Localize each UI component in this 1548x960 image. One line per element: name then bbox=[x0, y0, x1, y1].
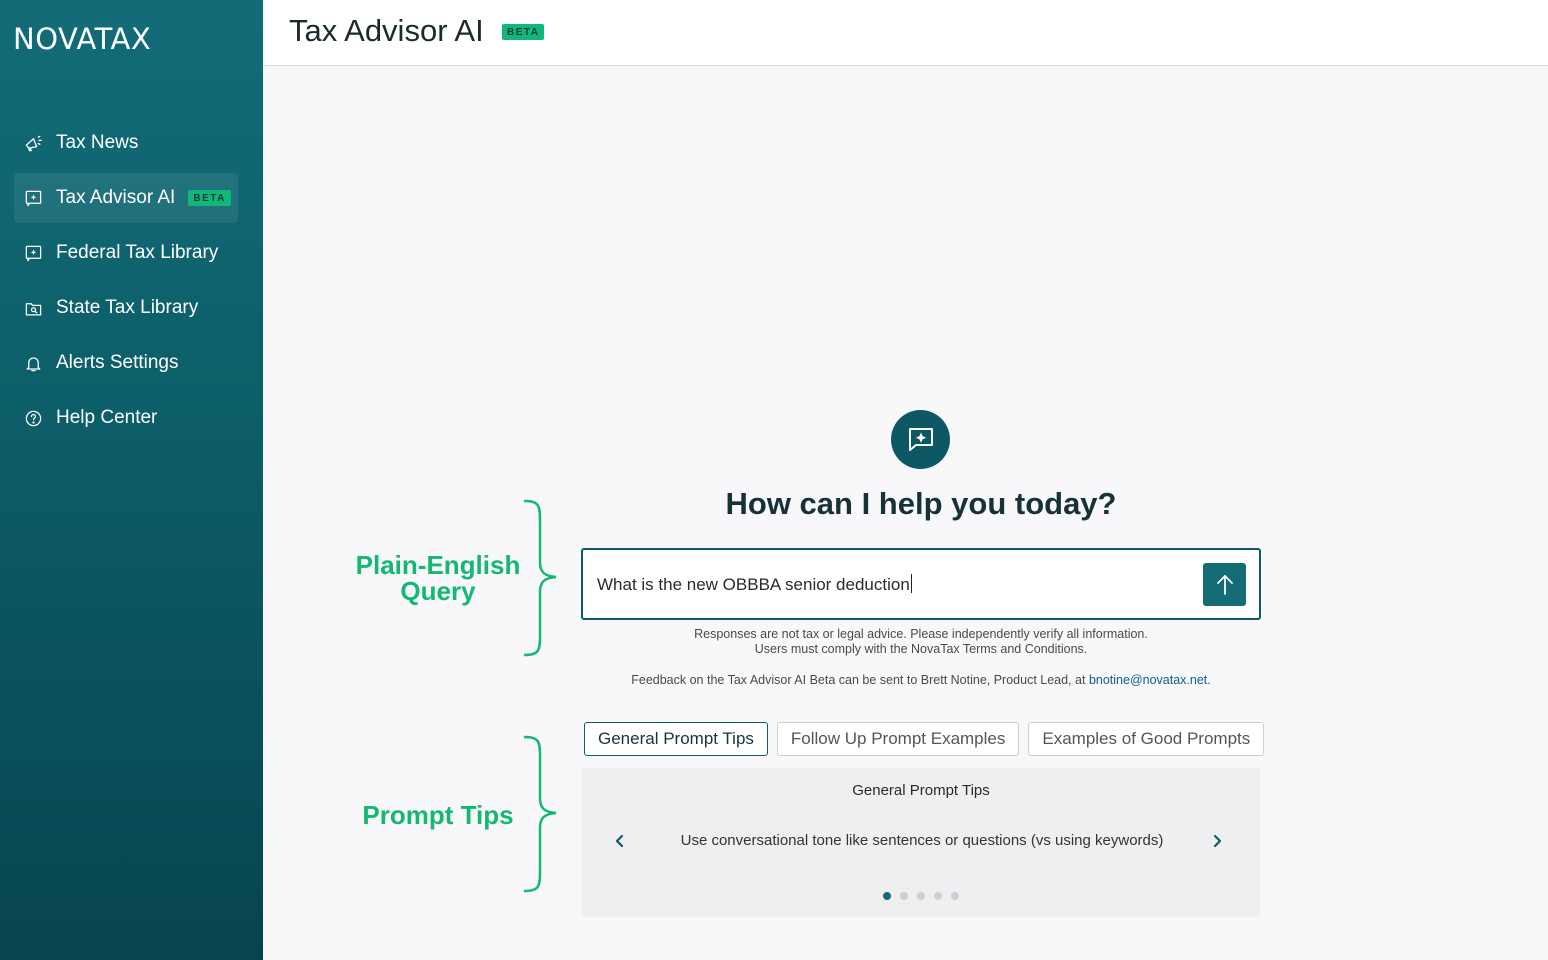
sidebar: NOVATAX Tax News Tax Advisor AI BETA Fed… bbox=[0, 0, 263, 960]
chevron-right-icon bbox=[1213, 834, 1222, 848]
novatax-logo[interactable]: NOVATAX bbox=[13, 22, 151, 56]
sidebar-item-label: Tax Advisor AI bbox=[56, 187, 176, 208]
annotation-prompt-tips: Prompt Tips bbox=[362, 800, 514, 830]
annotation-plain-english-query: Plain-English Query bbox=[355, 550, 521, 606]
bell-icon bbox=[23, 353, 43, 373]
chat-sparkle-icon bbox=[891, 410, 950, 469]
disclaimer-line-1: Responses are not tax or legal advice. P… bbox=[694, 627, 1148, 641]
carousel-dot[interactable] bbox=[900, 892, 908, 900]
carousel-dot[interactable] bbox=[951, 892, 959, 900]
carousel-dot[interactable] bbox=[883, 892, 891, 900]
tab-follow-up-prompt-examples[interactable]: Follow Up Prompt Examples bbox=[776, 722, 1020, 756]
tips-carousel: General Prompt Tips Use conversational t… bbox=[582, 768, 1260, 917]
disclaimer-line-2: Users must comply with the NovaTax Terms… bbox=[754, 642, 1088, 656]
send-button[interactable] bbox=[1203, 563, 1246, 606]
sidebar-item-label: Alerts Settings bbox=[56, 352, 179, 373]
page-title: Tax Advisor AI bbox=[289, 13, 484, 48]
carousel-dots bbox=[582, 892, 1260, 900]
sidebar-item-alerts-settings[interactable]: Alerts Settings bbox=[14, 338, 238, 388]
chevron-left-icon bbox=[615, 834, 624, 848]
annotation-brace bbox=[522, 498, 562, 658]
sidebar-item-label: Federal Tax Library bbox=[56, 242, 219, 263]
tip-text: Use conversational tone like sentences o… bbox=[680, 832, 1164, 849]
tab-examples-of-good-prompts[interactable]: Examples of Good Prompts bbox=[1028, 722, 1265, 756]
sidebar-item-help-center[interactable]: Help Center bbox=[14, 393, 238, 443]
feedback-message: Feedback on the Tax Advisor AI Beta can … bbox=[631, 673, 1089, 687]
sidebar-nav: Tax News Tax Advisor AI BETA Federal Tax… bbox=[14, 118, 238, 448]
query-input[interactable]: What is the new OBBBA senior deduction bbox=[597, 574, 912, 595]
query-input-value: What is the new OBBBA senior deduction bbox=[597, 575, 910, 594]
tab-general-prompt-tips[interactable]: General Prompt Tips bbox=[584, 722, 768, 756]
greeting-heading: How can I help you today? bbox=[725, 486, 1117, 521]
prompt-tips-tabs: General Prompt Tips Follow Up Prompt Exa… bbox=[584, 722, 1273, 756]
feedback-email-link[interactable]: bnotine@novatax.net bbox=[1089, 673, 1207, 687]
top-header: Tax Advisor AI BETA bbox=[263, 0, 1548, 66]
carousel-prev-button[interactable] bbox=[609, 830, 631, 852]
help-circle-icon bbox=[23, 408, 43, 428]
carousel-dot[interactable] bbox=[934, 892, 942, 900]
sidebar-item-label: Help Center bbox=[56, 407, 158, 428]
sidebar-item-federal-tax-library[interactable]: Federal Tax Library bbox=[14, 228, 238, 278]
sidebar-item-label: Tax News bbox=[56, 132, 139, 153]
annotation-brace bbox=[522, 734, 562, 894]
feedback-text: Feedback on the Tax Advisor AI Beta can … bbox=[581, 673, 1261, 687]
sidebar-item-tax-news[interactable]: Tax News bbox=[14, 118, 238, 168]
carousel-dot[interactable] bbox=[917, 892, 925, 900]
sidebar-item-state-tax-library[interactable]: State Tax Library bbox=[14, 283, 238, 333]
beta-badge: BETA bbox=[502, 24, 545, 40]
chat-sparkle-icon bbox=[23, 243, 43, 263]
sidebar-item-tax-advisor-ai[interactable]: Tax Advisor AI BETA bbox=[14, 173, 238, 223]
carousel-next-button[interactable] bbox=[1206, 830, 1228, 852]
beta-badge: BETA bbox=[188, 190, 231, 206]
megaphone-icon bbox=[23, 133, 43, 153]
chat-sparkle-icon bbox=[23, 188, 43, 208]
tips-title: General Prompt Tips bbox=[852, 782, 990, 799]
text-caret bbox=[910, 574, 912, 593]
disclaimer-text: Responses are not tax or legal advice. P… bbox=[581, 627, 1261, 657]
sidebar-item-label: State Tax Library bbox=[56, 297, 199, 318]
folder-search-icon bbox=[23, 298, 43, 318]
query-input-box[interactable]: What is the new OBBBA senior deduction bbox=[581, 548, 1261, 620]
feedback-period: . bbox=[1207, 673, 1211, 687]
arrow-up-icon bbox=[1216, 574, 1233, 595]
